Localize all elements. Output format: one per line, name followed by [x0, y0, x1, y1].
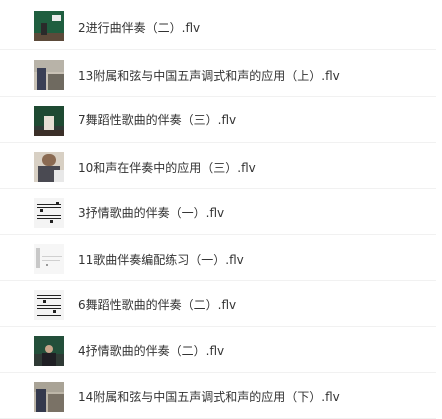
- list-item[interactable]: 10和声在伴奏中的应用（三）.flv: [0, 143, 436, 189]
- video-thumbnail[interactable]: [34, 60, 64, 90]
- file-name[interactable]: 6舞蹈性歌曲的伴奏（二）.flv: [78, 297, 236, 313]
- sheet-music-thumbnail[interactable]: [34, 198, 64, 228]
- file-name[interactable]: 2进行曲伴奏（二）.flv: [78, 20, 200, 36]
- list-item[interactable]: 2进行曲伴奏（二）.flv: [0, 4, 436, 50]
- video-thumbnail[interactable]: [34, 382, 64, 412]
- list-item[interactable]: 11歌曲伴奏编配练习（一）.flv: [0, 235, 436, 281]
- file-name[interactable]: 4抒情歌曲的伴奏（二）.flv: [78, 343, 224, 359]
- list-item[interactable]: 3抒情歌曲的伴奏（一）.flv: [0, 189, 436, 235]
- sheet-music-thumbnail[interactable]: [34, 290, 64, 320]
- file-name[interactable]: 3抒情歌曲的伴奏（一）.flv: [78, 205, 224, 221]
- video-thumbnail[interactable]: [34, 336, 64, 366]
- file-name[interactable]: 13附属和弦与中国五声调式和声的应用（上）.flv: [78, 68, 340, 84]
- video-thumbnail[interactable]: [34, 106, 64, 136]
- file-name[interactable]: 11歌曲伴奏编配练习（一）.flv: [78, 252, 244, 268]
- file-name[interactable]: 14附属和弦与中国五声调式和声的应用（下）.flv: [78, 389, 340, 405]
- list-item[interactable]: 6舞蹈性歌曲的伴奏（二）.flv: [0, 281, 436, 327]
- file-name[interactable]: 10和声在伴奏中的应用（三）.flv: [78, 160, 256, 176]
- list-item[interactable]: 13附属和弦与中国五声调式和声的应用（上）.flv: [0, 51, 436, 97]
- file-name[interactable]: 7舞蹈性歌曲的伴奏（三）.flv: [78, 112, 236, 128]
- sheet-music-thumbnail[interactable]: [34, 244, 64, 274]
- list-item[interactable]: 14附属和弦与中国五声调式和声的应用（下）.flv: [0, 373, 436, 419]
- file-list: 2进行曲伴奏（二）.flv 13附属和弦与中国五声调式和声的应用（上）.flv …: [0, 0, 442, 419]
- list-item[interactable]: 7舞蹈性歌曲的伴奏（三）.flv: [0, 97, 436, 143]
- list-item[interactable]: 4抒情歌曲的伴奏（二）.flv: [0, 327, 436, 373]
- video-thumbnail[interactable]: [34, 11, 64, 41]
- video-thumbnail[interactable]: [34, 152, 64, 182]
